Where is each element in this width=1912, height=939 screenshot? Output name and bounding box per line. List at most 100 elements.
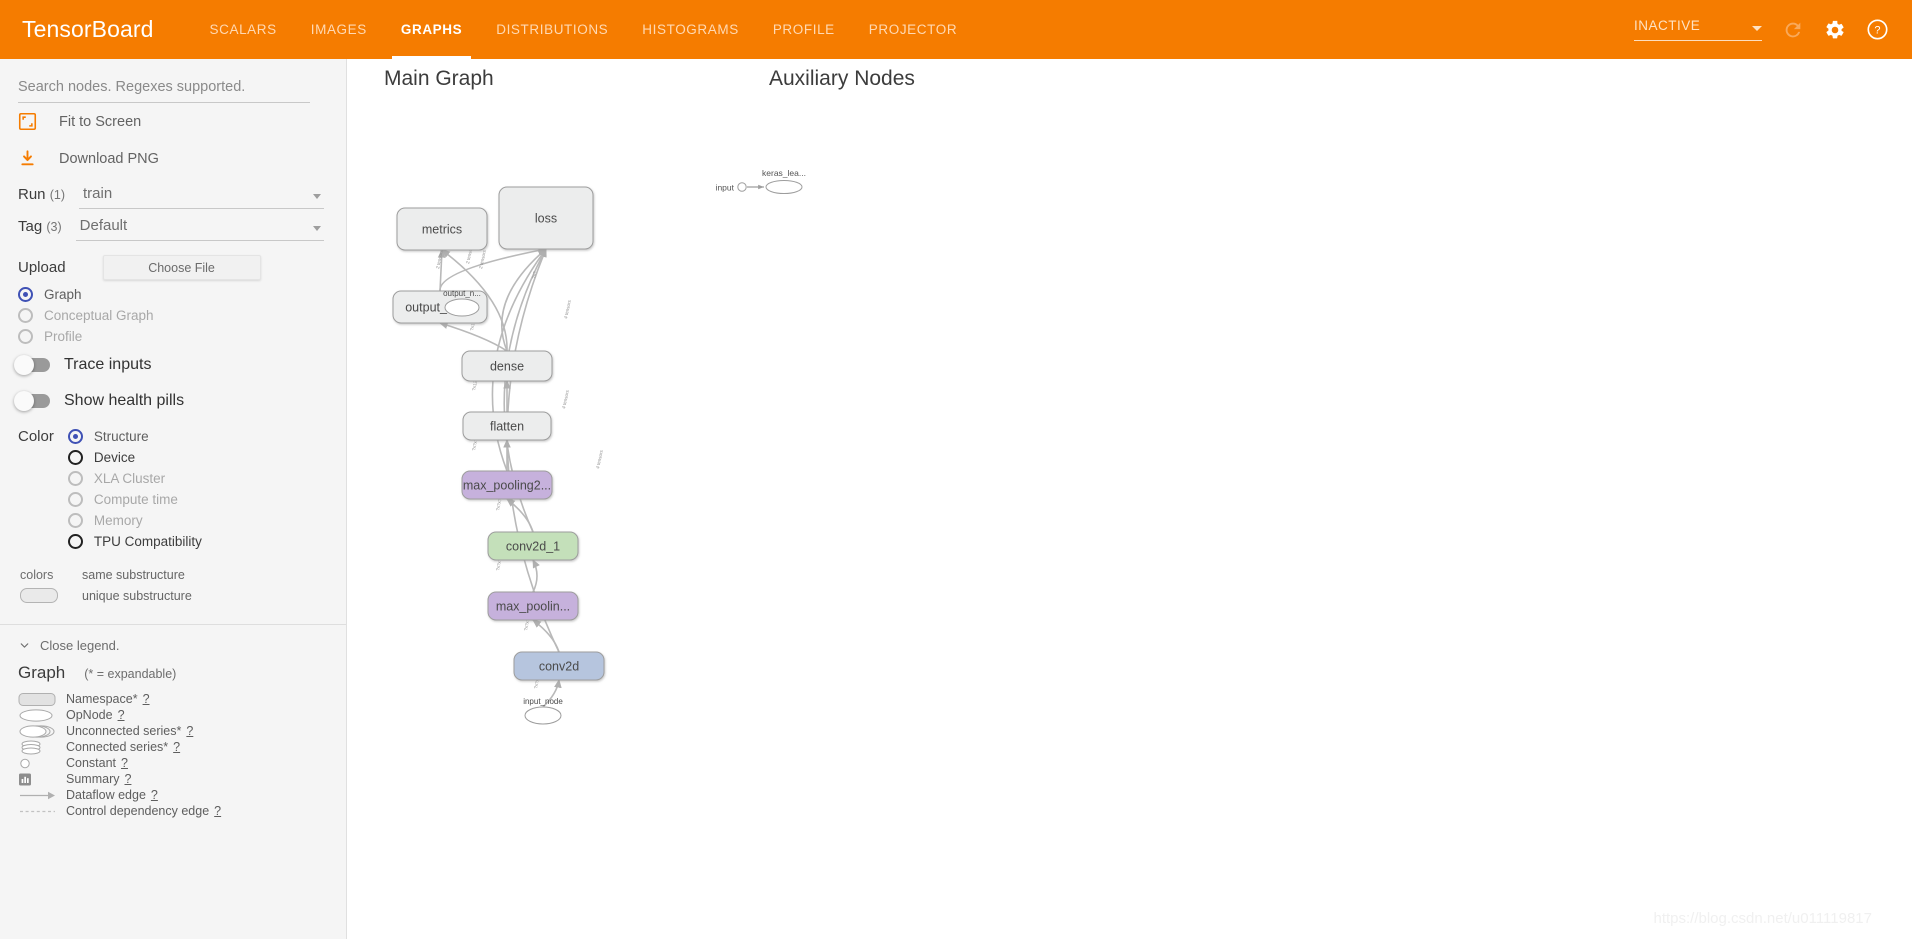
run-status-dropdown[interactable]: INACTIVE xyxy=(1634,18,1762,41)
node-label: input_node xyxy=(523,697,563,706)
graph-type-option-graph[interactable]: Graph xyxy=(0,284,346,305)
graph-node-max_pooling2d[interactable]: max_poolin... xyxy=(487,591,579,621)
graph-node-loss[interactable]: loss xyxy=(498,186,594,250)
nav-tab-graphs[interactable]: GRAPHS xyxy=(384,0,479,59)
graph-node-conv2d_1[interactable]: conv2d_1 xyxy=(487,531,579,561)
color-option-xla-cluster[interactable]: XLA Cluster xyxy=(67,468,202,489)
graph-nodes-layer: metricslossoutput_nodeoutput_n...densefl… xyxy=(392,186,605,725)
legend-help-link[interactable]: ? xyxy=(186,724,193,738)
legend-item-text: OpNode xyxy=(66,708,113,722)
graph-node-dense[interactable]: dense xyxy=(461,350,553,382)
graph-type-option-profile[interactable]: Profile xyxy=(0,326,346,347)
tag-selector-row: Tag (3) Default xyxy=(0,209,346,241)
color-option-tpu-compatibility[interactable]: TPU Compatibility xyxy=(67,531,202,552)
node-label: max_pooling2... xyxy=(463,479,551,493)
refresh-button[interactable] xyxy=(1772,9,1814,51)
download-png-button[interactable]: Download PNG xyxy=(0,140,346,177)
color-option-label: Structure xyxy=(93,429,149,444)
fit-to-screen-button[interactable]: Fit to Screen xyxy=(0,103,346,140)
legend-item-text: Summary xyxy=(66,772,120,786)
color-option-label: TPU Compatibility xyxy=(93,534,202,549)
legend-item-label: Namespace*? xyxy=(66,692,150,706)
namespace-shape xyxy=(18,692,56,706)
color-option-label: Compute time xyxy=(93,492,178,507)
graph-node-input_node[interactable]: input_node xyxy=(523,697,563,725)
auxiliary-node-group[interactable]: input keras_lea... xyxy=(716,168,806,194)
nav-tab-distributions[interactable]: DISTRIBUTIONS xyxy=(479,0,625,59)
legend-help-link[interactable]: ? xyxy=(118,708,125,722)
tag-label: Tag (3) xyxy=(18,218,62,241)
aux-opnode[interactable] xyxy=(765,180,803,194)
legend-item: OpNode? xyxy=(0,707,346,723)
legend-item: Summary? xyxy=(0,771,346,787)
color-option-label: XLA Cluster xyxy=(93,471,166,486)
legend-help-link[interactable]: ? xyxy=(143,692,150,706)
nav-tab-histograms[interactable]: HISTOGRAMS xyxy=(625,0,756,59)
graph-edge xyxy=(439,246,547,292)
aux-constant-node[interactable] xyxy=(737,182,747,192)
legend-help-link[interactable]: ? xyxy=(173,740,180,754)
legend-help-link[interactable]: ? xyxy=(214,804,221,818)
toggle-trace-inputs[interactable]: Trace inputs xyxy=(0,347,346,383)
close-legend-button[interactable]: Close legend. xyxy=(0,625,346,659)
legend-help-link[interactable]: ? xyxy=(151,788,158,802)
legend-icon-wrap xyxy=(18,708,62,723)
color-option-device[interactable]: Device xyxy=(67,447,202,468)
graph-node-conv2d[interactable]: conv2d xyxy=(513,651,605,681)
colors-legend: colors same substructure unique substruc… xyxy=(0,552,346,606)
legend-icon-wrap xyxy=(18,692,62,707)
run-select[interactable]: train xyxy=(78,185,324,209)
legend-help-link[interactable]: ? xyxy=(124,772,131,786)
choose-file-button[interactable]: Choose File xyxy=(102,255,261,280)
legend-item-label: Control dependency edge? xyxy=(66,804,221,818)
legend-icon-wrap xyxy=(18,804,62,819)
color-option-memory[interactable]: Memory xyxy=(67,510,202,531)
graph-canvas[interactable]: Main Graph Auxiliary Nodes 2 tensors 2 te… xyxy=(347,59,1912,939)
run-label: Run (1) xyxy=(18,186,65,209)
legend-item-text: Connected series* xyxy=(66,740,169,754)
graph-type-option-label: Profile xyxy=(44,329,83,344)
radio-icon xyxy=(18,308,33,323)
settings-button[interactable] xyxy=(1814,9,1856,51)
graph-type-option-label: Conceptual Graph xyxy=(44,308,154,323)
graph-node-max_pooling2d_1[interactable]: max_pooling2... xyxy=(461,470,553,500)
node-label: max_poolin... xyxy=(496,600,570,614)
color-option-compute-time[interactable]: Compute time xyxy=(67,489,202,510)
radio-icon xyxy=(67,492,83,507)
graph-node-output_n_op[interactable]: output_n... xyxy=(443,289,481,317)
constant-shape xyxy=(20,758,30,768)
graph-svg[interactable]: 2 tensors 2 tensors 2 tensors?x?4 tensors4… xyxy=(347,59,1912,939)
graph-node-metrics[interactable]: metrics xyxy=(396,207,488,251)
control-dependency-edge-shape xyxy=(20,810,55,812)
graph-edge xyxy=(506,498,534,533)
legend-item: Namespace*? xyxy=(0,691,346,707)
graph-node-flatten[interactable]: flatten xyxy=(462,411,552,441)
opnode-shape xyxy=(19,708,53,722)
node-shape xyxy=(524,706,562,725)
toggle-show-health-pills[interactable]: Show health pills xyxy=(0,383,346,419)
run-label-text: Run xyxy=(18,186,46,203)
legend-item-label: Constant? xyxy=(66,756,128,770)
node-label: metrics xyxy=(422,223,462,237)
graph-type-radio-group: Graph Conceptual Graph Profile xyxy=(0,284,346,347)
refresh-icon xyxy=(1785,22,1801,37)
color-option-structure[interactable]: Structure xyxy=(67,426,202,447)
graph-type-option-conceptual-graph[interactable]: Conceptual Graph xyxy=(0,305,346,326)
nav-tab-profile[interactable]: PROFILE xyxy=(756,0,852,59)
same-substructure-label: same substructure xyxy=(82,567,185,582)
nav-tab-projector[interactable]: PROJECTOR xyxy=(852,0,974,59)
search-input[interactable] xyxy=(18,77,310,103)
nav-tab-images[interactable]: IMAGES xyxy=(294,0,384,59)
tag-select[interactable]: Default xyxy=(75,217,324,241)
legend-help-link[interactable]: ? xyxy=(121,756,128,770)
fit-to-screen-icon xyxy=(18,112,37,131)
nav-tab-scalars[interactable]: SCALARS xyxy=(193,0,294,59)
node-label: flatten xyxy=(490,420,524,434)
search-row xyxy=(0,59,346,103)
help-button[interactable]: ? xyxy=(1856,9,1898,51)
top-bar-right-controls: INACTIVE ? xyxy=(1634,0,1898,59)
tag-select-value: Default xyxy=(79,217,128,234)
legend-item-text: Unconnected series* xyxy=(66,724,182,738)
run-selector-row: Run (1) train xyxy=(0,177,346,209)
legend-item-label: Summary? xyxy=(66,772,131,786)
